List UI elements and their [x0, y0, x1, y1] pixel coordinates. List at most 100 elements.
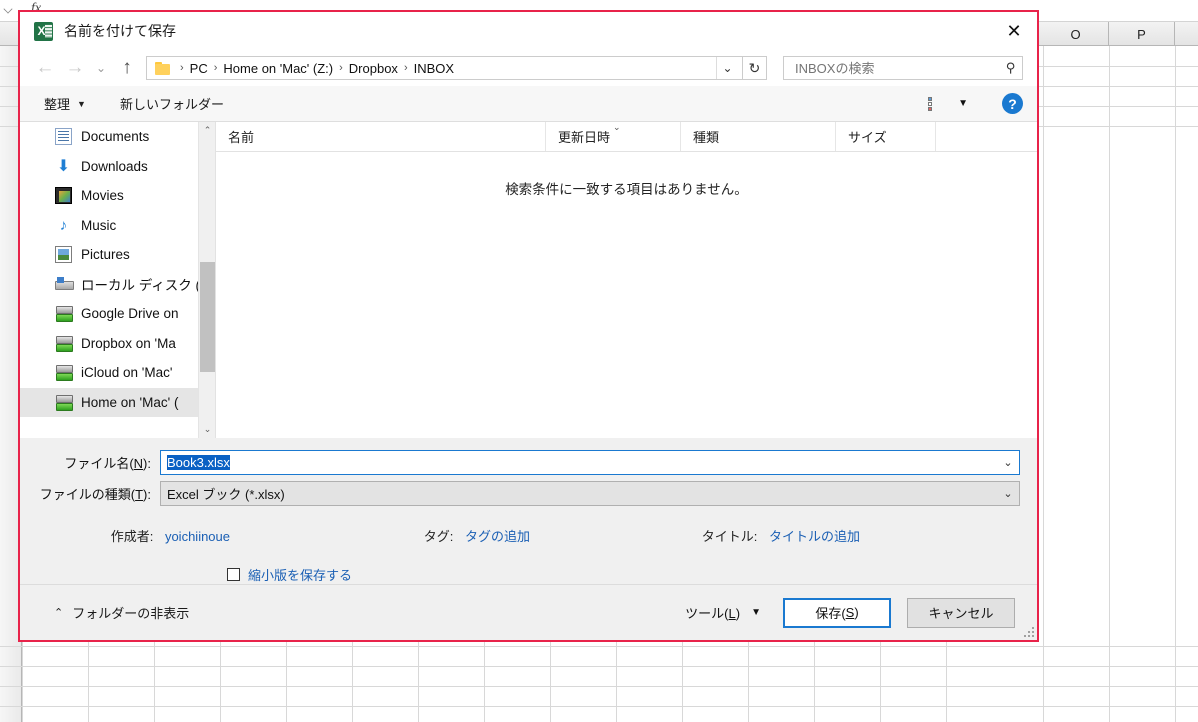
- column-header-type[interactable]: 種類: [681, 122, 836, 151]
- sidebar-scrollbar[interactable]: ⌃ ⌄: [198, 122, 215, 438]
- save-button[interactable]: 保存(S): [783, 597, 891, 628]
- sidebar-item-label: Pictures: [81, 247, 130, 263]
- save-as-dialog: X 名前を付けて保存 ✕ ← → ⌄ ↑ › PC › Home on 'Mac…: [18, 10, 1039, 642]
- dialog-title: 名前を付けて保存: [64, 23, 176, 39]
- movies-icon: [55, 187, 72, 205]
- navigation-sidebar: Documents ⬇ Downloads Movies ♪ Music Pic…: [20, 122, 216, 438]
- organize-button[interactable]: 整理 ▼: [44, 94, 86, 113]
- excel-icon: X: [34, 21, 53, 41]
- up-button[interactable]: ↑: [112, 53, 142, 83]
- scrollbar-thumb[interactable]: [200, 262, 215, 372]
- column-label: 種類: [693, 130, 720, 145]
- sidebar-item-downloads[interactable]: ⬇ Downloads: [20, 152, 215, 182]
- column-header-p[interactable]: P: [1109, 22, 1175, 46]
- dialog-toolbar: 整理 ▼ 新しいフォルダー ▼ ?: [20, 86, 1037, 122]
- sidebar-item-dropbox[interactable]: Dropbox on 'Ma: [20, 329, 215, 359]
- save-form: ファイル名(N): Book3.xlsx ⌄ ファイルの種類(T): Excel…: [20, 438, 1037, 584]
- sidebar-item-label: Movies: [81, 188, 124, 204]
- breadcrumb-item-pc[interactable]: PC: [190, 61, 208, 76]
- scroll-up-icon[interactable]: ⌃: [199, 122, 215, 139]
- search-box[interactable]: ⚲: [783, 56, 1023, 80]
- filetype-chevron-down-icon[interactable]: ⌄: [997, 487, 1019, 500]
- scroll-down-icon[interactable]: ⌄: [199, 421, 215, 438]
- network-drive-icon: [55, 364, 73, 382]
- sidebar-item-home-on-mac[interactable]: Home on 'Mac' (: [20, 387, 215, 417]
- filename-combobox[interactable]: Book3.xlsx ⌄: [160, 450, 1020, 475]
- sidebar-item-local-disk[interactable]: ローカル ディスク (C: [20, 270, 215, 300]
- view-mode-chevron-icon[interactable]: ▼: [958, 98, 968, 109]
- title-add-link[interactable]: タイトルの追加: [769, 529, 860, 544]
- sidebar-item-label: ローカル ディスク (C: [81, 278, 210, 294]
- thumbnail-row: 縮小版を保存する: [20, 565, 1037, 584]
- resize-grip[interactable]: [1022, 625, 1034, 637]
- empty-state-message: 検索条件に一致する項目はありません。: [505, 182, 748, 197]
- author-label: 作成者:: [110, 529, 154, 544]
- navigation-bar: ← → ⌄ ↑ › PC › Home on 'Mac' (Z:) › Drop…: [20, 50, 1037, 86]
- filetype-label: ファイルの種類(T):: [39, 487, 151, 502]
- back-button[interactable]: ←: [30, 53, 60, 83]
- forward-button[interactable]: →: [60, 53, 90, 83]
- local-disk-icon: [55, 276, 74, 293]
- documents-icon: [55, 128, 72, 146]
- sidebar-item-label: Google Drive on: [81, 306, 179, 322]
- folder-icon: [155, 61, 171, 75]
- metadata-row: 作成者: yoichiinoue タグ: タグの追加 タイトル: タイトルの追加: [20, 526, 1037, 545]
- column-header-name[interactable]: 名前: [216, 122, 546, 151]
- sidebar-item-pictures[interactable]: Pictures: [20, 240, 215, 270]
- filetype-combobox[interactable]: Excel ブック (*.xlsx) ⌄: [160, 481, 1020, 506]
- column-header-date-modified[interactable]: ⌄ 更新日時: [546, 122, 681, 151]
- network-drive-icon: [55, 335, 73, 352]
- sidebar-item-icloud[interactable]: iCloud on 'Mac': [20, 358, 215, 388]
- sidebar-item-label: Dropbox on 'Ma: [81, 335, 176, 351]
- tools-chevron-down-icon[interactable]: ▼: [751, 607, 761, 618]
- search-input[interactable]: [793, 59, 1007, 77]
- filetype-value: Excel ブック (*.xlsx): [167, 487, 285, 502]
- filename-value[interactable]: Book3.xlsx: [161, 455, 997, 470]
- hide-folders-button[interactable]: ⌃ フォルダーの非表示: [54, 603, 189, 622]
- column-label: 更新日時: [558, 130, 611, 145]
- view-mode-icon[interactable]: [928, 96, 946, 111]
- column-header-o[interactable]: O: [1043, 22, 1109, 46]
- breadcrumb-separator: ›: [339, 62, 343, 74]
- author-value[interactable]: yoichiinoue: [165, 529, 230, 544]
- chevron-down-icon: ▼: [77, 98, 86, 109]
- name-box-chevron-icon[interactable]: [3, 4, 13, 14]
- tools-button[interactable]: ツール(L): [685, 603, 740, 622]
- breadcrumb-item-inbox[interactable]: INBOX: [414, 61, 454, 76]
- dialog-titlebar[interactable]: X 名前を付けて保存 ✕: [20, 12, 1037, 50]
- breadcrumb-item-dropbox[interactable]: Dropbox: [349, 61, 398, 76]
- music-icon: ♪: [59, 216, 68, 234]
- save-thumbnail-checkbox[interactable]: [227, 568, 240, 581]
- breadcrumb-dropdown-icon[interactable]: ⌄: [716, 57, 738, 79]
- filename-chevron-down-icon[interactable]: ⌄: [997, 456, 1019, 469]
- column-label: サイズ: [848, 130, 887, 145]
- close-icon[interactable]: ✕: [991, 12, 1037, 50]
- search-icon[interactable]: ⚲: [1006, 60, 1016, 76]
- refresh-icon[interactable]: ↻: [743, 56, 767, 80]
- column-label: 名前: [228, 130, 255, 145]
- sidebar-item-google-drive[interactable]: Google Drive on: [20, 299, 215, 329]
- sidebar-item-label: Home on 'Mac' (: [81, 394, 179, 410]
- sidebar-item-documents[interactable]: Documents: [20, 122, 215, 152]
- dialog-footer: ⌃ フォルダーの非表示 ツール(L) ▼ 保存(S) キャンセル: [20, 584, 1037, 640]
- tags-add-link[interactable]: タグの追加: [465, 529, 530, 544]
- sidebar-item-label: Music: [81, 217, 117, 233]
- column-header-size[interactable]: サイズ: [836, 122, 936, 151]
- sidebar-item-label: iCloud on 'Mac': [81, 365, 173, 381]
- breadcrumb-item-home-on-mac[interactable]: Home on 'Mac' (Z:): [223, 61, 333, 76]
- pictures-icon: [55, 246, 72, 264]
- new-folder-button[interactable]: 新しいフォルダー: [120, 94, 224, 113]
- help-icon[interactable]: ?: [1002, 93, 1023, 114]
- sidebar-item-label: Documents: [81, 129, 150, 145]
- chevron-up-icon: ⌃: [54, 607, 64, 619]
- downloads-icon: ⬇: [56, 157, 71, 175]
- sidebar-item-movies[interactable]: Movies: [20, 181, 215, 211]
- file-list: 名前 ⌄ 更新日時 種類 サイズ 検索条件に一致する項目はありません。: [216, 122, 1037, 438]
- recent-locations-chevron-icon[interactable]: ⌄: [90, 53, 112, 83]
- cancel-button[interactable]: キャンセル: [907, 597, 1015, 628]
- breadcrumb[interactable]: › PC › Home on 'Mac' (Z:) › Dropbox › IN…: [146, 56, 743, 80]
- save-thumbnail-label[interactable]: 縮小版を保存する: [248, 565, 352, 584]
- breadcrumb-separator: ›: [403, 62, 408, 74]
- sidebar-item-music[interactable]: ♪ Music: [20, 211, 215, 241]
- network-drive-icon: [55, 394, 73, 411]
